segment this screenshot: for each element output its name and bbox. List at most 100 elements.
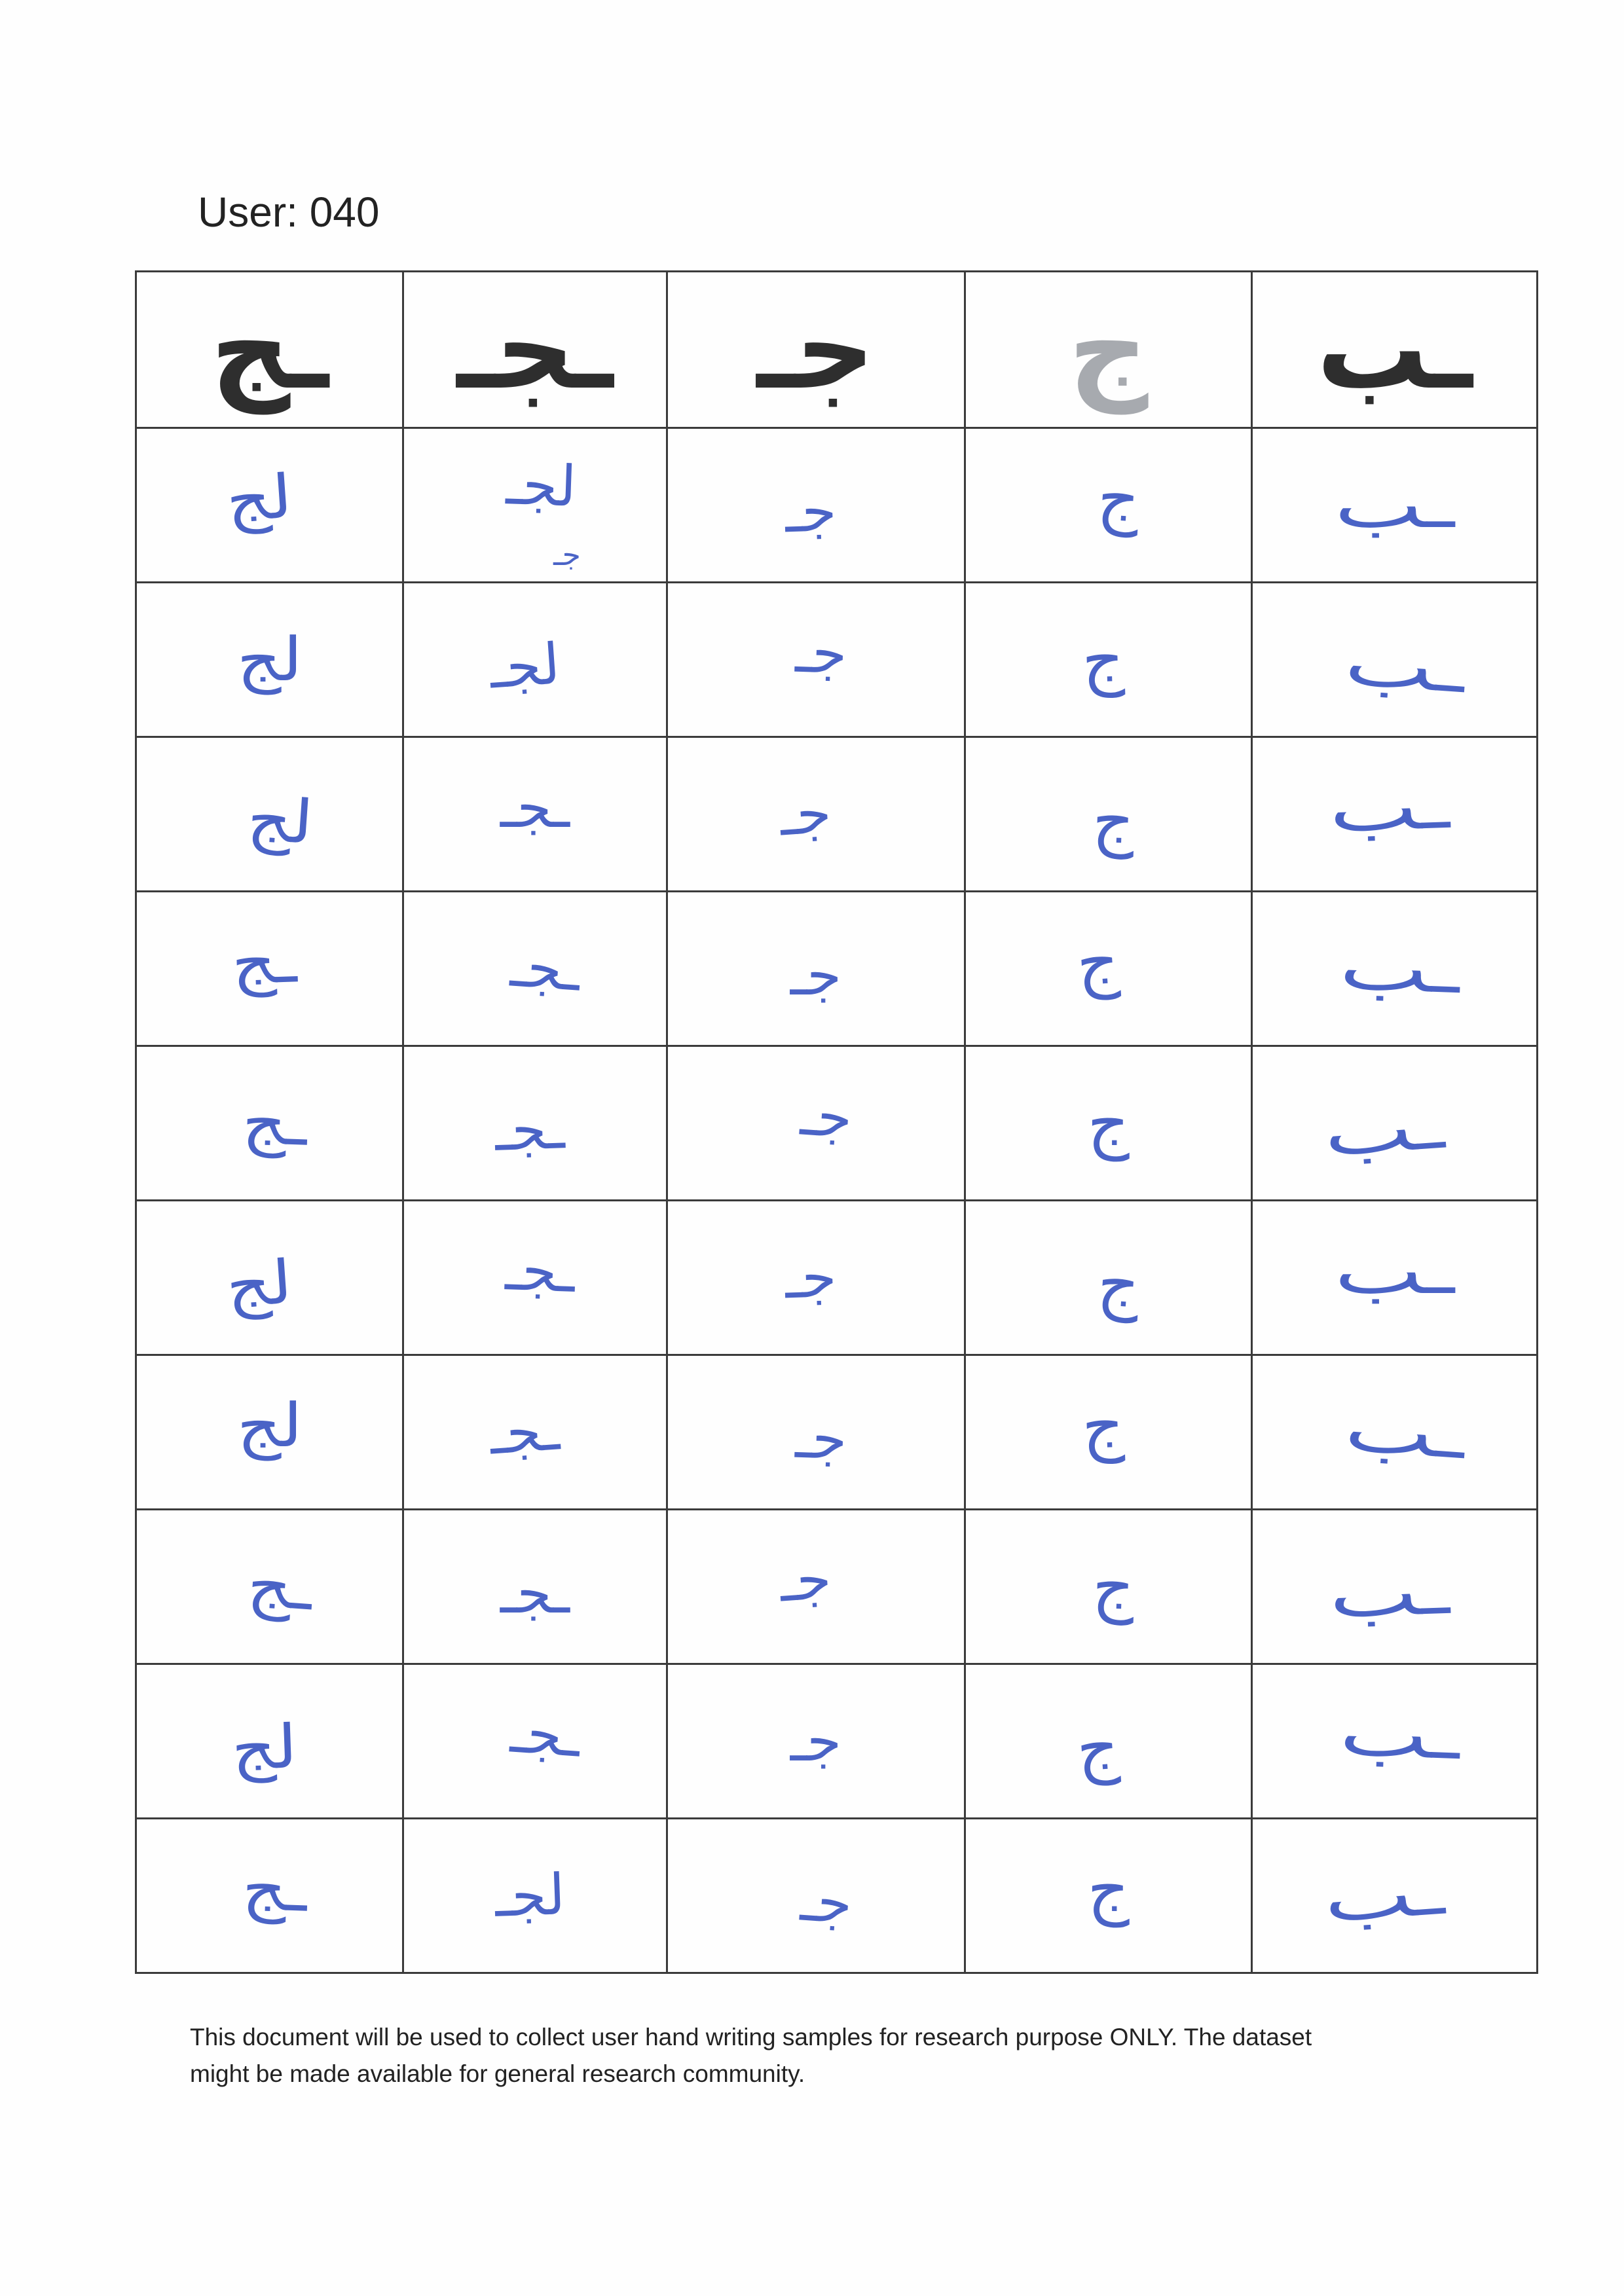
handwritten-sample: ج [1087, 1850, 1130, 1927]
handwritten-sample: ج [1074, 922, 1122, 1002]
footer-disclaimer: This document will be used to collect us… [190, 2019, 1312, 2092]
sample-cell: ـجـ [404, 1047, 668, 1201]
handwritten-sample: ـج [230, 925, 298, 998]
sample-cell: ـجـ [404, 1201, 668, 1356]
sample-cell: لجـ [404, 583, 668, 738]
sample-cell: جـ [668, 892, 966, 1047]
handwritten-sample: ـجـ [500, 774, 570, 841]
template-cell: ج [966, 272, 1253, 429]
sample-cell: ج [966, 429, 1253, 583]
sample-cell: ـب [1253, 1356, 1538, 1510]
sample-cell: ـب [1253, 892, 1538, 1047]
handwritten-sample: ج [1091, 1547, 1136, 1626]
handwritten-sample: ـب [1342, 625, 1467, 707]
handwritten-sample: ـب [1334, 468, 1455, 542]
sample-cell: لج [137, 583, 404, 738]
sample-cell: ـج [137, 1819, 404, 1974]
sample-cell: ج [966, 1510, 1253, 1665]
scanned-page: User: 040 ـج ـجـ جـ ج ـب لج لجـ جـ جـ ج ـب لج لجـ جـ ج… [0, 0, 1624, 2296]
handwritten-sample: جـ [798, 1082, 855, 1152]
printed-letter-form: ـج [210, 285, 329, 414]
handwritten-sample: ـجـ [508, 1699, 583, 1770]
sample-cell: ـجـ [404, 1510, 668, 1665]
handwritten-sample: ـب [1338, 1696, 1462, 1774]
sample-cell: ج [966, 1819, 1253, 1974]
printed-letter-form: ج [1068, 285, 1149, 414]
handwritten-sample: ـجـ [487, 1396, 562, 1468]
sample-cell: ـب [1253, 1819, 1538, 1974]
handwritten-sample: ج [1087, 1084, 1130, 1161]
handwritten-sample: لج [223, 461, 295, 536]
sample-cell: لج [137, 429, 404, 583]
printed-letter-form: جـ [756, 285, 876, 414]
footer-line: This document will be used to collect us… [190, 2024, 1312, 2050]
sample-cell: ج [966, 583, 1253, 738]
handwritten-sample: ج [1095, 458, 1143, 538]
sample-cell: جـ [668, 1047, 966, 1201]
handwritten-sample: جـ [784, 1244, 838, 1311]
sample-cell: ـب [1253, 1510, 1538, 1665]
sample-cell: لجـ [404, 1819, 668, 1974]
handwritten-sample: جـ [784, 478, 838, 545]
sample-cell: ـج [137, 1047, 404, 1201]
handwritten-sample: ـب [1321, 1089, 1447, 1171]
handwritten-sample: لجـ [487, 630, 562, 702]
sample-cell: ج [966, 1201, 1253, 1356]
handwritten-sample: ـب [1327, 769, 1451, 847]
sample-cell: ج [966, 1047, 1253, 1201]
sample-cell: جـ [668, 1201, 966, 1356]
sample-cell: ـب [1253, 429, 1538, 583]
handwritten-sample: ـج [241, 1086, 309, 1159]
handwritten-sample: ـب [1342, 1391, 1467, 1473]
sample-cell: ج [966, 1665, 1253, 1819]
handwritten-sample: ـب [1334, 1234, 1455, 1308]
handwritten-sample-note: جـ [553, 537, 581, 572]
sample-cell: ـب [1253, 1047, 1538, 1201]
sample-cell: ج [966, 892, 1253, 1047]
handwritten-sample: لج [236, 624, 303, 695]
handwritten-sample: ـجـ [494, 1095, 566, 1164]
handwritten-sample: جـ [790, 1708, 842, 1774]
sample-cell: ـب [1253, 1201, 1538, 1356]
handwritten-sample: جـ [777, 1545, 834, 1615]
handwritten-sample: لج [230, 1711, 299, 1784]
handwritten-sample: جـ [794, 619, 848, 687]
sample-cell: جـ [668, 1510, 966, 1665]
sample-cell: ـجـ [404, 1356, 668, 1510]
handwritten-sample: ـب [1327, 1554, 1451, 1632]
template-cell: جـ [668, 272, 966, 429]
template-cell: ـجـ [404, 272, 668, 429]
handwritten-sample: ـج [241, 1852, 309, 1925]
handwritten-sample: لج [223, 1247, 295, 1321]
sample-cell: ـب [1253, 583, 1538, 738]
sample-cell: جـ [668, 429, 966, 583]
handwritten-sample: لجـ [493, 1861, 566, 1930]
handwritten-sample: لج [236, 1390, 303, 1461]
handwritten-sample: ـجـ [504, 1237, 576, 1305]
sample-cell: ـجـ [404, 892, 668, 1047]
handwritten-sample: ج [1074, 1707, 1122, 1787]
handwritten-sample: ج [1095, 1244, 1143, 1324]
handwritten-sample: ـب [1338, 930, 1462, 1008]
sample-cell: ج [966, 1356, 1253, 1510]
printed-letter-form: ـب [1316, 285, 1473, 414]
handwritten-sample: ـب [1321, 1855, 1447, 1937]
sample-cell: جـ [668, 1819, 966, 1974]
sample-cell: ـجـ [404, 1665, 668, 1819]
printed-letter-form: ـجـ [456, 285, 614, 414]
handwritten-sample: ج [1080, 1386, 1126, 1465]
handwritten-sample: ج [1080, 620, 1126, 699]
handwritten-sample: جـ [798, 1867, 855, 1937]
sample-cell: جـ [668, 583, 966, 738]
template-cell: ـب [1253, 272, 1538, 429]
footer-line: might be made available for general rese… [190, 2060, 805, 2087]
sample-cell: ـج [137, 1510, 404, 1665]
sample-cell: لجـ جـ [404, 429, 668, 583]
handwritten-sample: ج [1091, 781, 1136, 860]
sample-cell: جـ [668, 1665, 966, 1819]
sample-cell: لج [137, 1665, 404, 1819]
sample-cell: جـ [668, 738, 966, 892]
sample-cell: لج [137, 738, 404, 892]
handwritten-sample: لجـ [504, 451, 578, 520]
handwritten-sample: جـ [777, 779, 834, 849]
